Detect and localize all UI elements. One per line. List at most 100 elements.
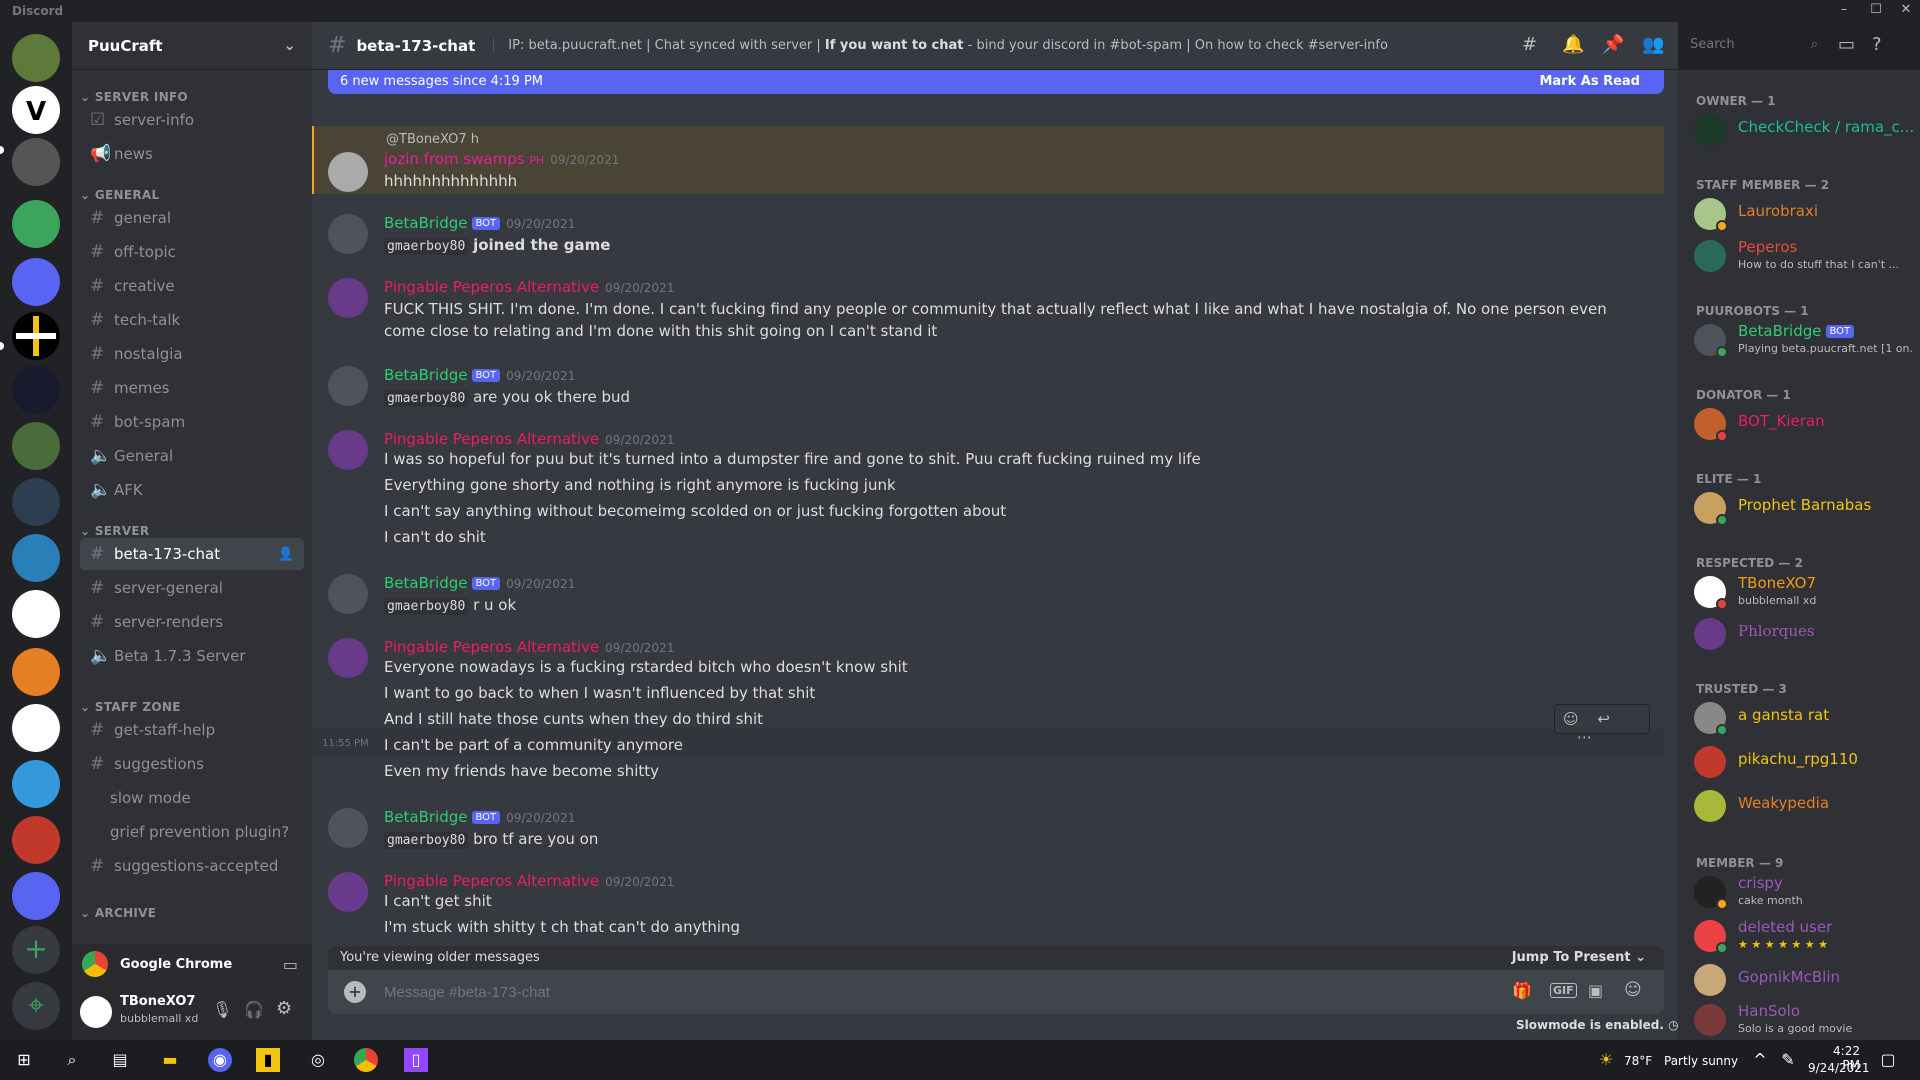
thread-slow-mode[interactable]: slow mode (80, 782, 304, 814)
headphones-icon[interactable]: 🎧 (244, 1000, 264, 1019)
add-server-button[interactable]: + (12, 926, 60, 974)
avatar[interactable] (328, 430, 368, 470)
member-item[interactable]: CheckCheck / rama_c... (1694, 112, 1914, 152)
category-general[interactable]: ⌄ GENERAL (80, 188, 159, 202)
voice-channel-beta-server[interactable]: 🔈 Beta 1.7.3 Server (80, 640, 304, 672)
member-item[interactable]: Laurobraxi (1694, 196, 1914, 236)
channel-topic[interactable]: IP: beta.puucraft.net | Chat synced with… (493, 38, 1388, 53)
windows-start-icon[interactable]: ⊞ (12, 1048, 36, 1072)
jump-to-present-button[interactable]: Jump To Present ⌄ (1512, 950, 1646, 965)
search-icon[interactable]: ⌕ (60, 1048, 84, 1072)
member-item[interactable]: deleted user ★ ★ ★ ★ ★ ★ ★ (1694, 918, 1914, 958)
notifications-icon[interactable]: ▢ (1876, 1048, 1900, 1072)
message-input[interactable] (384, 980, 1484, 1004)
server-icon[interactable] (12, 200, 60, 248)
member-item[interactable]: BetaBridge BOT Playing beta.puucraft.net … (1694, 322, 1914, 362)
avatar[interactable] (328, 214, 368, 254)
members-icon[interactable]: 👥 (1642, 34, 1664, 55)
channel-server-general[interactable]: # server-general (80, 572, 304, 604)
inbox-icon[interactable]: ▭ (1838, 34, 1855, 55)
upload-plus-icon[interactable]: + (344, 981, 366, 1003)
server-icon[interactable] (12, 760, 60, 808)
member-item[interactable]: Phlorques (1694, 616, 1914, 656)
avatar[interactable] (328, 872, 368, 912)
member-item[interactable]: HanSolo Solo is a good movie (1694, 1002, 1914, 1040)
new-messages-bar[interactable]: 6 new messages since 4:19 PM Mark As Rea… (328, 70, 1664, 94)
server-icon[interactable] (12, 648, 60, 696)
voice-channel-afk[interactable]: 🔈 AFK (80, 474, 304, 506)
server-icon[interactable] (12, 704, 60, 752)
member-item[interactable]: Weakypedia (1694, 788, 1914, 828)
steam-icon[interactable]: ◎ (306, 1048, 330, 1072)
avatar[interactable] (328, 366, 368, 406)
server-icon[interactable] (12, 138, 60, 186)
message-author[interactable]: Pingable Peperos Alternative 09/20/2021 (384, 638, 674, 656)
member-item[interactable]: crispy cake month (1694, 874, 1914, 914)
channel-bot-spam[interactable]: # bot-spam (80, 406, 304, 438)
channel-beta-173-chat[interactable]: # beta-173-chat 👤 (80, 538, 304, 570)
server-icon[interactable] (12, 872, 60, 920)
threads-icon[interactable]: # (1522, 34, 1537, 55)
message-author[interactable]: jozin from swamps PH 09/20/2021 (384, 150, 619, 168)
maximize-icon[interactable]: ☐ (1862, 2, 1890, 17)
avatar[interactable] (328, 278, 368, 318)
member-item[interactable]: TBoneXO7 bubblemall xd (1694, 574, 1914, 614)
weather-desc[interactable]: Partly sunny (1664, 1054, 1738, 1068)
message-author[interactable]: BetaBridge BOT 09/20/2021 (384, 214, 575, 232)
member-item[interactable]: pikachu_rpg110 (1694, 744, 1914, 784)
sticker-icon[interactable]: ▣ (1588, 981, 1603, 1000)
more-icon[interactable]: ⋯ (1577, 728, 1592, 746)
emoji-icon[interactable]: ☺ (1624, 980, 1642, 1000)
channel-server-renders[interactable]: # server-renders (80, 606, 304, 638)
bell-icon[interactable]: 🔔 (1562, 34, 1584, 55)
server-header[interactable]: PuuCraft ⌄ (72, 22, 312, 70)
microphone-icon[interactable]: 🎙 (212, 1000, 232, 1019)
channel-off-topic[interactable]: # off-topic (80, 236, 304, 268)
category-server-info[interactable]: ⌄ SERVER INFO (80, 90, 188, 104)
discord-server-icon[interactable] (12, 258, 60, 306)
channel-news[interactable]: 📢 news (80, 138, 304, 170)
minimize-icon[interactable]: – (1830, 2, 1858, 17)
message-author[interactable]: Pingable Peperos Alternative 09/20/2021 (384, 278, 674, 296)
reply-icon[interactable]: ↩ (1597, 710, 1610, 728)
channel-suggestions[interactable]: # suggestions (80, 748, 304, 780)
channel-nostalgia[interactable]: # nostalgia (80, 338, 304, 370)
message-author[interactable]: Pingable Peperos Alternative 09/20/2021 (384, 872, 674, 890)
channel-suggestions-accepted[interactable]: # suggestions-accepted (80, 850, 304, 882)
help-icon[interactable]: ? (1872, 34, 1882, 55)
explore-servers-icon[interactable]: ⌖ (12, 982, 60, 1030)
weather-temp[interactable]: 78°F (1624, 1054, 1652, 1068)
task-view-icon[interactable]: ▤ (108, 1048, 132, 1072)
close-icon[interactable]: ✕ (1892, 2, 1920, 17)
discord-taskbar-icon[interactable]: ◉ (208, 1048, 232, 1072)
screen-share-icon[interactable]: ▭ (283, 955, 298, 974)
server-icon[interactable] (12, 816, 60, 864)
gift-icon[interactable]: 🎁 (1512, 981, 1532, 1000)
channel-get-staff-help[interactable]: # get-staff-help (80, 714, 304, 746)
avatar[interactable] (328, 574, 368, 614)
pen-icon[interactable]: ✎ (1776, 1048, 1800, 1072)
category-staff-zone[interactable]: ⌄ STAFF ZONE (80, 700, 181, 714)
mark-as-read-button[interactable]: Mark As Read (1539, 74, 1640, 89)
voice-channel-general[interactable]: 🔈 General (80, 440, 304, 472)
message-author[interactable]: BetaBridge BOT 09/20/2021 (384, 574, 575, 592)
channel-creative[interactable]: # creative (80, 270, 304, 302)
chevron-up-icon[interactable]: ^ (1748, 1048, 1772, 1072)
twitch-icon[interactable]: ▯ (404, 1048, 428, 1072)
pin-icon[interactable]: 📌 (1602, 34, 1624, 55)
category-server[interactable]: ⌄ SERVER (80, 524, 149, 538)
reply-reference[interactable]: @TBoneXO7 h (386, 132, 479, 147)
member-item[interactable]: Prophet Barnabas (1694, 490, 1914, 530)
server-icon[interactable] (12, 422, 60, 470)
file-explorer-icon[interactable]: ▬ (158, 1048, 182, 1072)
channel-general[interactable]: # general (80, 202, 304, 234)
channel-server-info[interactable]: ☑ server-info (80, 104, 304, 136)
member-item[interactable]: a gansta rat (1694, 700, 1914, 740)
server-icon[interactable] (12, 312, 60, 360)
member-item[interactable]: Peperos How to do stuff that I can't ... (1694, 238, 1914, 278)
thread-grief-prevention[interactable]: grief prevention plugin? (80, 816, 304, 848)
member-item[interactable]: GopnikMcBlin (1694, 962, 1914, 1002)
avatar[interactable] (328, 152, 368, 192)
avatar[interactable] (328, 638, 368, 678)
server-icon[interactable] (12, 366, 60, 414)
